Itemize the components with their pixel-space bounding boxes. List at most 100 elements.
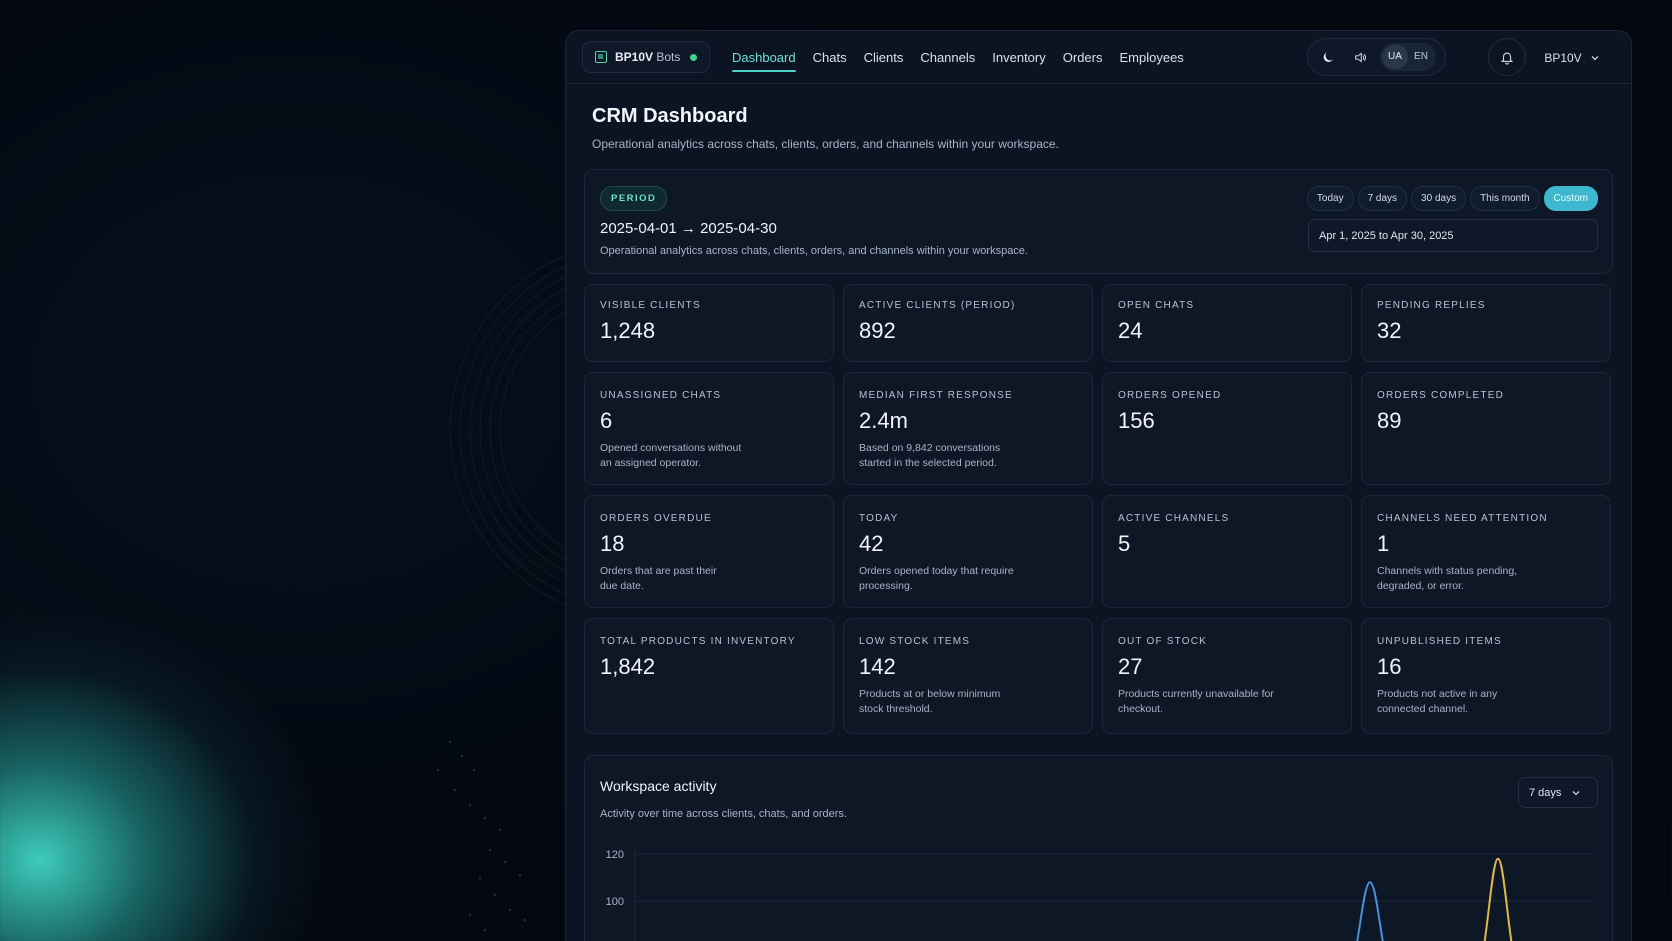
metric-unassigned-chats: UNASSIGNED CHATS 6 Opened conversations … bbox=[584, 372, 834, 485]
metric-value: 2.4m bbox=[859, 408, 908, 433]
lang-ua[interactable]: UA bbox=[1382, 45, 1408, 69]
metric-label: MEDIAN FIRST RESPONSE bbox=[859, 390, 1013, 401]
metric-value: 156 bbox=[1118, 408, 1155, 433]
app-window: BP10V Bots Dashboard Chats Clients Chann… bbox=[565, 30, 1632, 941]
metric-label: ORDERS OVERDUE bbox=[600, 513, 712, 524]
language-switch: UA EN bbox=[1380, 43, 1436, 71]
brand-name: BP10V Bots bbox=[615, 50, 681, 64]
metric-label: OUT OF STOCK bbox=[1118, 636, 1208, 647]
grid-logo-icon bbox=[595, 51, 607, 63]
metric-value: 892 bbox=[859, 318, 896, 343]
metric-note: Products not active in any connected cha… bbox=[1377, 688, 1498, 715]
metric-note: Channels with status pending, degraded, … bbox=[1377, 565, 1518, 592]
metric-pending-replies: PENDING REPLIES 32 bbox=[1361, 284, 1611, 362]
background-rings bbox=[436, 243, 600, 932]
metric-label: LOW STOCK ITEMS bbox=[859, 636, 971, 647]
metric-label: ACTIVE CHANNELS bbox=[1118, 513, 1230, 524]
nav-clients[interactable]: Clients bbox=[864, 31, 904, 84]
activity-chart: 120 100 bbox=[606, 849, 1595, 941]
nav-orders[interactable]: Orders bbox=[1063, 31, 1103, 84]
metric-value: 27 bbox=[1118, 654, 1143, 679]
metric-label: CHANNELS NEED ATTENTION bbox=[1377, 513, 1548, 524]
preset-today[interactable]: Today bbox=[1306, 186, 1354, 211]
metrics-row-4: TOTAL PRODUCTS IN INVENTORY 1,842 LOW ST… bbox=[584, 618, 1613, 734]
y-tick-label: 120 bbox=[606, 849, 624, 861]
metric-total-products: TOTAL PRODUCTS IN INVENTORY 1,842 bbox=[584, 618, 834, 734]
metric-note: Products at or below minimum stock thres… bbox=[859, 688, 1001, 715]
speaker-icon[interactable] bbox=[1346, 43, 1374, 71]
chevron-down-icon bbox=[1572, 790, 1580, 795]
metric-note: Based on 9,842 conversations started in … bbox=[859, 442, 1001, 469]
metric-value: 1,842 bbox=[600, 654, 656, 679]
metric-value: 1,248 bbox=[600, 318, 656, 343]
preset-7-days[interactable]: 7 days bbox=[1357, 186, 1408, 211]
moon-icon[interactable] bbox=[1314, 43, 1342, 71]
period-presets: Today 7 days 30 days This month Custom bbox=[1306, 186, 1598, 211]
preset-this-month[interactable]: This month bbox=[1470, 186, 1540, 211]
nav-inventory[interactable]: Inventory bbox=[992, 31, 1045, 84]
nav-channels[interactable]: Channels bbox=[920, 31, 975, 84]
metric-value: 18 bbox=[600, 531, 625, 556]
y-tick-label: 100 bbox=[606, 896, 624, 908]
metric-visible-clients: VISIBLE CLIENTS 1,248 bbox=[584, 284, 834, 362]
metrics-row-3: ORDERS OVERDUE 18 Orders that are past t… bbox=[584, 495, 1613, 608]
preset-30-days[interactable]: 30 days bbox=[1411, 186, 1467, 211]
status-dot bbox=[690, 53, 697, 61]
nav-chats[interactable]: Chats bbox=[813, 31, 847, 84]
date-range-input[interactable]: Apr 1, 2025 to Apr 30, 2025 bbox=[1308, 219, 1598, 252]
metric-today: TODAY 42 Orders opened today that requir… bbox=[843, 495, 1093, 608]
metric-low-stock: LOW STOCK ITEMS 142 Products at or below… bbox=[843, 618, 1093, 734]
metric-value: 24 bbox=[1118, 318, 1143, 343]
metric-value: 16 bbox=[1377, 654, 1402, 679]
metric-median-first-response: MEDIAN FIRST RESPONSE 2.4m Based on 9,84… bbox=[843, 372, 1093, 485]
metrics-row-1: VISIBLE CLIENTS 1,248 ACTIVE CLIENTS (PE… bbox=[584, 284, 1613, 362]
page-title: CRM Dashboard bbox=[592, 105, 748, 127]
nav-employees[interactable]: Employees bbox=[1119, 31, 1183, 84]
metric-label: PENDING REPLIES bbox=[1377, 300, 1486, 311]
period-card: PERIOD 2025-04-01 → 2025-04-30 Operation… bbox=[584, 169, 1613, 274]
metric-channels-need-attention: CHANNELS NEED ATTENTION 1 Channels with … bbox=[1361, 495, 1611, 608]
metric-label: VISIBLE CLIENTS bbox=[600, 300, 701, 311]
metric-label: UNPUBLISHED ITEMS bbox=[1377, 636, 1502, 647]
preset-custom[interactable]: Custom bbox=[1543, 186, 1598, 211]
metric-value: 142 bbox=[859, 654, 896, 679]
series-line-0 bbox=[1356, 881, 1384, 941]
workspace-activity-card: Workspace activity Activity over time ac… bbox=[584, 755, 1613, 941]
metric-value: 32 bbox=[1377, 318, 1402, 343]
metric-label: OPEN CHATS bbox=[1118, 300, 1195, 311]
series-line-1 bbox=[1483, 857, 1513, 941]
activity-title: Workspace activity bbox=[600, 778, 717, 794]
metric-open-chats: OPEN CHATS 24 bbox=[1102, 284, 1352, 362]
bell-icon[interactable] bbox=[1488, 38, 1526, 76]
metric-value: 5 bbox=[1118, 531, 1131, 556]
metric-orders-overdue: ORDERS OVERDUE 18 Orders that are past t… bbox=[584, 495, 834, 608]
metric-value: 89 bbox=[1377, 408, 1402, 433]
metric-note: Orders opened today that require process… bbox=[859, 565, 1014, 592]
activity-range-select[interactable]: 7 days bbox=[1518, 777, 1598, 808]
nav-dashboard[interactable]: Dashboard bbox=[732, 31, 796, 84]
metric-label: ACTIVE CLIENTS (PERIOD) bbox=[859, 300, 1016, 311]
main-nav: Dashboard Chats Clients Channels Invento… bbox=[732, 31, 1184, 84]
metric-orders-opened: ORDERS OPENED 156 bbox=[1102, 372, 1352, 485]
metric-label: UNASSIGNED CHATS bbox=[600, 390, 722, 401]
activity-range-value: 7 days bbox=[1529, 786, 1562, 799]
lang-en[interactable]: EN bbox=[1408, 45, 1434, 69]
brand-selector[interactable]: BP10V Bots bbox=[582, 41, 710, 73]
page-subtitle: Operational analytics across chats, clie… bbox=[592, 137, 1059, 151]
metric-label: ORDERS COMPLETED bbox=[1377, 390, 1504, 401]
header-controls: UA EN bbox=[1307, 38, 1446, 76]
top-navbar: BP10V Bots Dashboard Chats Clients Chann… bbox=[566, 31, 1631, 84]
metric-active-channels: ACTIVE CHANNELS 5 bbox=[1102, 495, 1352, 608]
metric-active-clients: ACTIVE CLIENTS (PERIOD) 892 bbox=[843, 284, 1093, 362]
metric-note: Opened conversations without an assigned… bbox=[600, 442, 742, 469]
main-content: CRM Dashboard Operational analytics acro… bbox=[566, 84, 1631, 941]
metrics-row-2: UNASSIGNED CHATS 6 Opened conversations … bbox=[584, 372, 1613, 485]
metric-note: Products currently unavailable for check… bbox=[1118, 688, 1274, 715]
metric-out-of-stock: OUT OF STOCK 27 Products currently unava… bbox=[1102, 618, 1352, 734]
user-name: BP10V bbox=[1544, 50, 1582, 65]
period-badge: PERIOD bbox=[600, 186, 668, 211]
metric-label: ORDERS OPENED bbox=[1118, 390, 1222, 401]
chevron-down-icon bbox=[1591, 55, 1599, 60]
metric-orders-completed: ORDERS COMPLETED 89 bbox=[1361, 372, 1611, 485]
user-menu[interactable]: BP10V bbox=[1530, 31, 1614, 84]
